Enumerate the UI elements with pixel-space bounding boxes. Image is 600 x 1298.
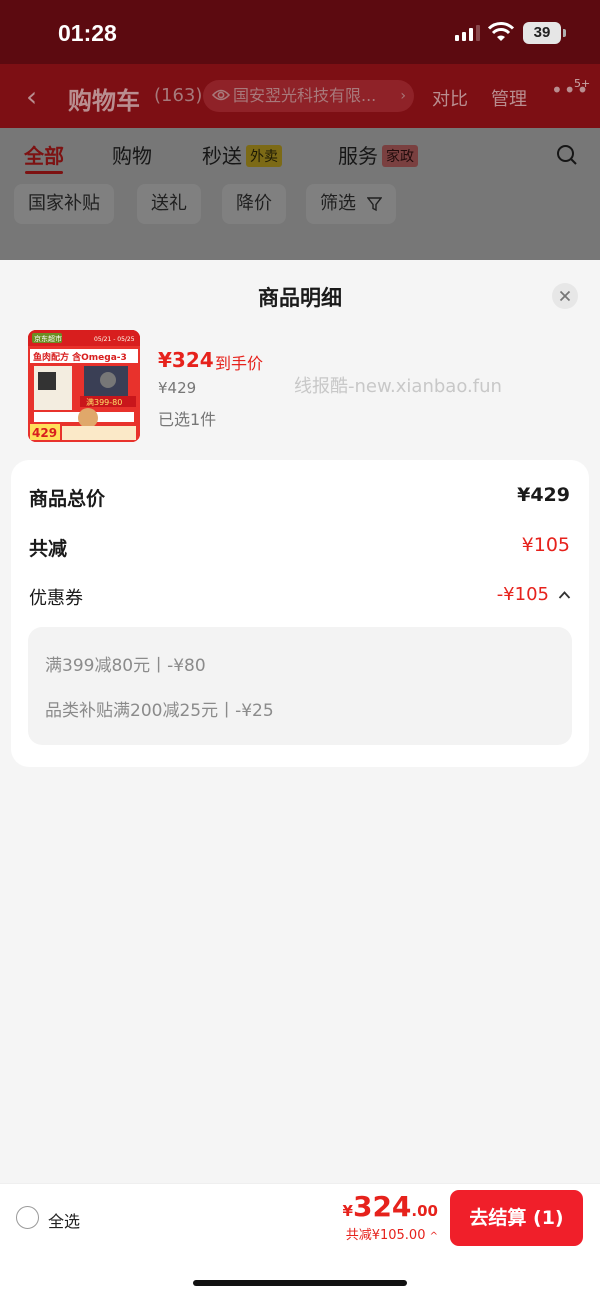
tab-label: 服务 — [338, 144, 378, 168]
coupon-item: 满399减80元丨-¥80 — [45, 656, 206, 676]
product-thumbnail[interactable]: 京东超市 05/21 - 05/25 鱼肉配方 含Omega-3 满399-80… — [28, 330, 140, 442]
total-price: ¥324.00 — [343, 1190, 438, 1223]
sheet-title: 商品明细 — [258, 286, 342, 310]
filter-gift[interactable]: 送礼 — [137, 184, 201, 224]
reduce-value: ¥105 — [521, 534, 570, 556]
coupon-value[interactable]: -¥105 — [497, 584, 549, 605]
reduce-label: 共减 — [29, 538, 68, 560]
tab-services[interactable]: 服务 家政 — [338, 140, 418, 169]
coupon-item: 品类补贴满200减25元丨-¥25 — [45, 701, 274, 721]
total-value: ¥429 — [517, 484, 570, 506]
total-label: 商品总价 — [29, 488, 106, 510]
status-bar: 01:28 39 — [0, 0, 600, 64]
total-price-integer: 324 — [352, 1190, 412, 1223]
cart-count: (163) — [154, 85, 203, 106]
compare-button[interactable]: 对比 — [432, 85, 468, 111]
tab-all[interactable]: 全部 — [24, 140, 64, 169]
tab-shopping[interactable]: 购物 — [112, 140, 152, 169]
final-price: ¥324 — [158, 348, 214, 372]
page-title: 购物车 — [68, 87, 140, 115]
caret-up-icon: ^ — [429, 1231, 438, 1242]
tab-label: 秒送 — [202, 144, 242, 168]
thumb-dates: 05/21 - 05/25 — [94, 336, 135, 343]
product-image: 京东超市 05/21 - 05/25 鱼肉配方 含Omega-3 满399-80… — [28, 330, 140, 442]
filter-label: 筛选 — [320, 193, 356, 214]
original-price: ¥429 — [158, 379, 197, 397]
manage-button[interactable]: 管理 — [491, 85, 527, 111]
back-icon[interactable]: ‹ — [26, 80, 37, 113]
close-icon — [559, 290, 571, 302]
filter-funnel-icon — [367, 197, 382, 212]
filter-national-subsidy[interactable]: 国家补贴 — [14, 184, 114, 224]
saving-summary[interactable]: 共减¥105.00 ^ — [346, 1224, 438, 1243]
thumb-brand: 京东超市 — [34, 334, 62, 343]
final-price-label: 到手价 — [215, 354, 264, 373]
tab-label: 购物 — [112, 144, 152, 168]
tab-label: 全部 — [24, 144, 64, 168]
price-summary-card: 商品总价 ¥429 共减 ¥105 优惠券 -¥105 满399减80元丨-¥8… — [11, 460, 589, 767]
home-indicator — [193, 1280, 407, 1286]
select-all-checkbox[interactable] — [16, 1206, 39, 1229]
tab-tag-housekeeping: 家政 — [382, 145, 418, 167]
chevron-right-icon: › — [400, 88, 406, 104]
thumb-headline: 鱼肉配方 含Omega-3 — [33, 351, 127, 363]
active-tab-indicator — [25, 171, 63, 174]
cellular-signal-icon — [455, 25, 480, 41]
checkout-button[interactable]: 去结算 (1) — [450, 1190, 583, 1246]
tab-express[interactable]: 秒送 外卖 — [202, 140, 282, 169]
currency-symbol: ¥ — [342, 1202, 353, 1220]
eye-icon — [212, 89, 230, 101]
message-badge: 5+ — [574, 77, 591, 90]
status-time: 01:28 — [58, 20, 117, 46]
cart-tabs: 全部 购物 秒送 外卖 服务 家政 国家补贴 送礼 降价 筛选 — [0, 128, 600, 260]
wifi-icon — [488, 22, 514, 41]
chevron-up-icon[interactable] — [558, 590, 571, 600]
battery-level: 39 — [533, 24, 551, 41]
battery-indicator: 39 — [523, 22, 566, 44]
watermark: 线报酷-new.xianbao.fun — [294, 376, 502, 397]
filter-button[interactable]: 筛选 — [306, 184, 396, 224]
tab-tag-takeout: 外卖 — [246, 145, 282, 167]
store-name: 国安翌光科技有限... — [233, 86, 377, 105]
coupon-breakdown: 满399减80元丨-¥80 品类补贴满200减25元丨-¥25 — [28, 627, 572, 745]
filter-price-drop[interactable]: 降价 — [222, 184, 286, 224]
selected-count: 已选1件 — [158, 410, 217, 429]
close-button[interactable] — [552, 283, 578, 309]
select-all-label[interactable]: 全选 — [48, 1208, 80, 1232]
search-icon[interactable] — [556, 144, 578, 166]
saving-text: 共减¥105.00 — [345, 1228, 426, 1243]
product-detail-sheet: 商品明细 京东超市 05/21 - 05/25 鱼肉配方 含Omega-3 满3… — [0, 262, 600, 1298]
store-selector[interactable]: 国安翌光科技有限... › — [203, 80, 414, 112]
checkout-bar: 全选 ¥324.00 共减¥105.00 ^ 去结算 (1) — [0, 1183, 600, 1298]
total-price-decimal: .00 — [411, 1202, 438, 1220]
coupon-label: 优惠券 — [29, 588, 83, 609]
thumb-price: 429 — [32, 426, 57, 440]
thumb-promo: 满399-80 — [86, 397, 122, 407]
cart-header: ‹ 购物车 (163) 国安翌光科技有限... › 对比 管理 ••• 5+ — [0, 64, 600, 128]
